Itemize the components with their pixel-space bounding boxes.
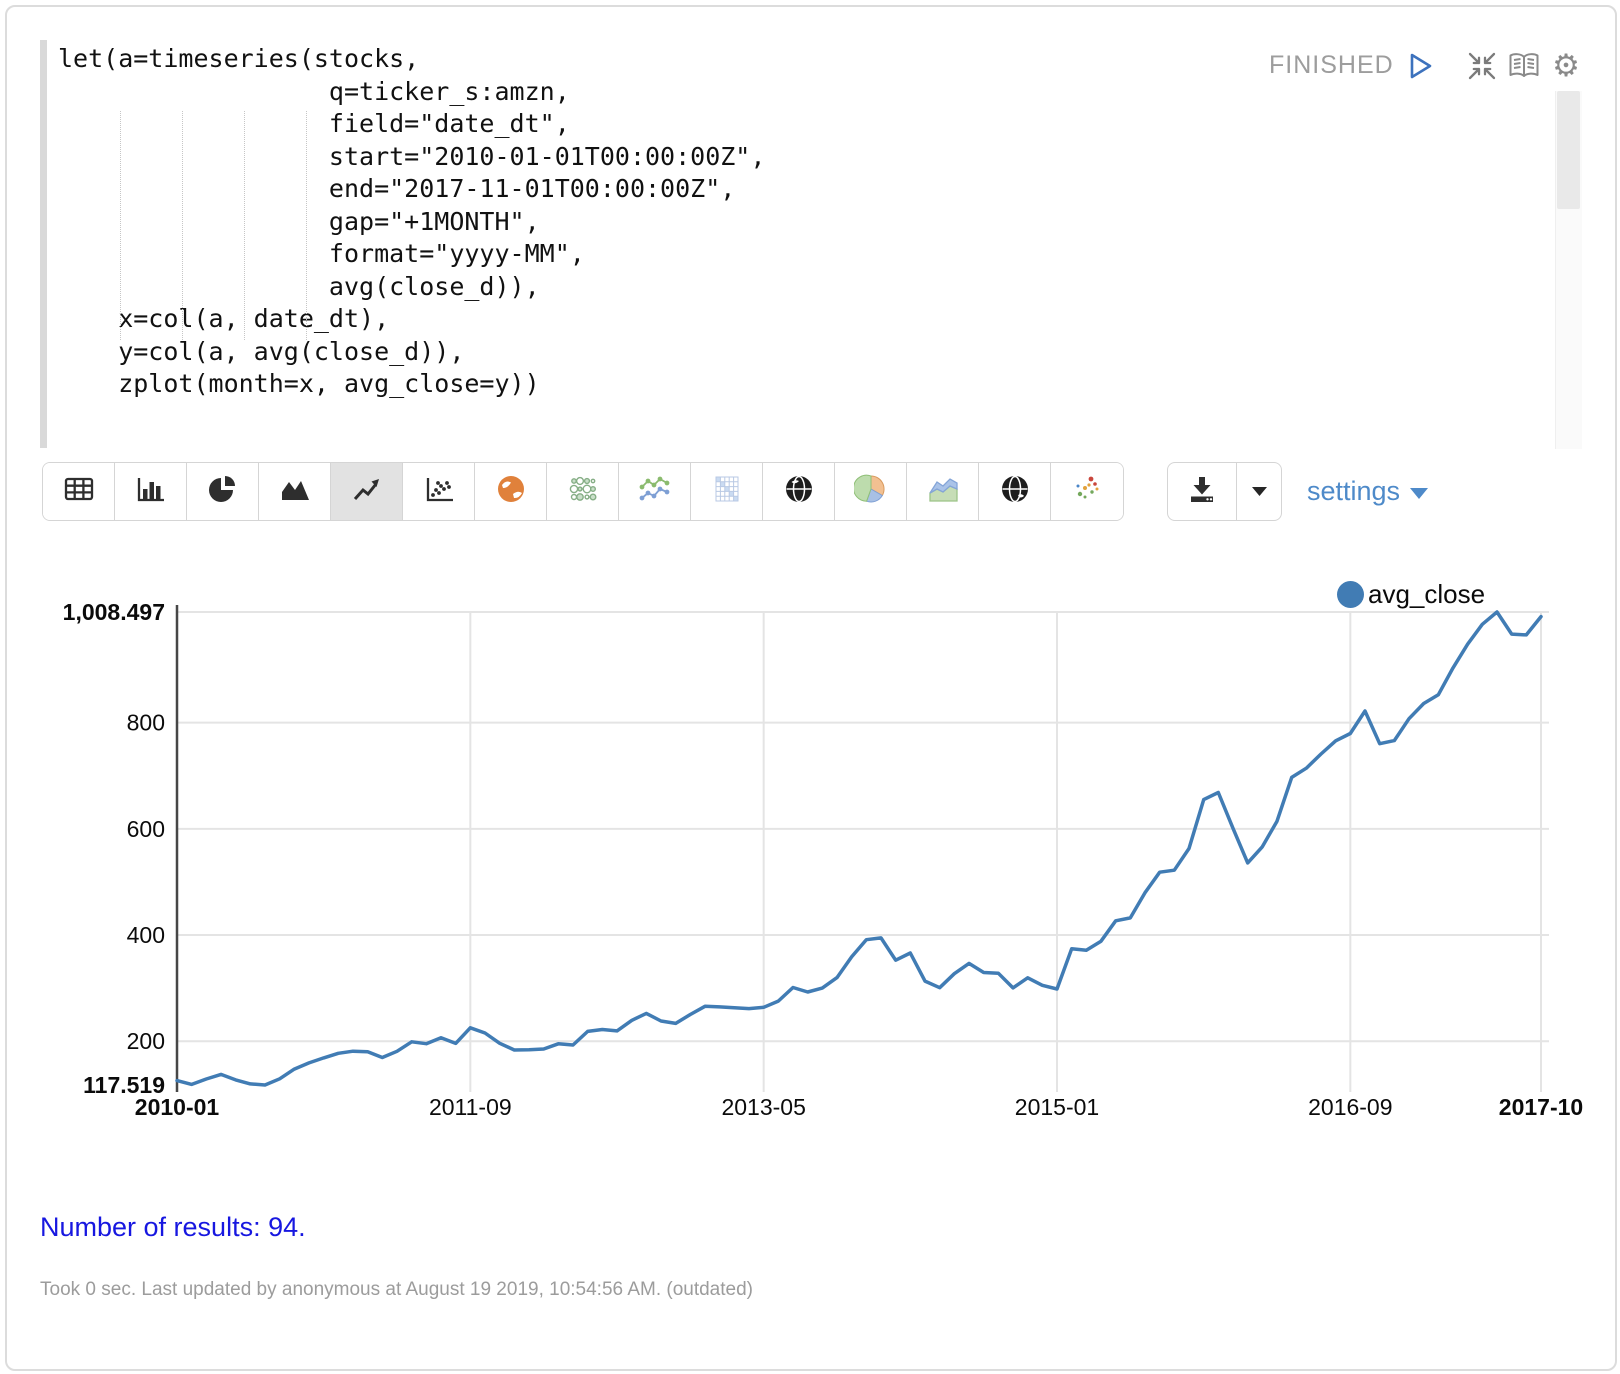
x-tick-label: 2013-05 xyxy=(721,1094,805,1120)
bar-chart-icon xyxy=(134,474,168,509)
download-options-button[interactable] xyxy=(1236,463,1281,520)
pie-chart-icon xyxy=(206,474,240,509)
editor-gutter xyxy=(40,40,47,448)
y-tick-label: 1,008.497 xyxy=(63,599,165,625)
x-tick-label: 2010-01 xyxy=(135,1094,220,1120)
orange-globe-icon xyxy=(494,474,528,509)
chart-type-toolbar xyxy=(42,462,1124,521)
paragraph-meta-text: Took 0 sec. Last updated by anonymous at… xyxy=(40,1279,753,1301)
play-icon xyxy=(1405,50,1435,87)
settings-label: settings xyxy=(1307,476,1400,507)
gear-icon: ⚙ xyxy=(1552,51,1580,82)
results-count-text: Number of results: 94. xyxy=(40,1212,306,1243)
indent-guide xyxy=(120,111,121,340)
settings-gear-button[interactable]: ⚙ xyxy=(1549,49,1583,83)
chart-btn-table[interactable] xyxy=(43,463,115,520)
collapse-button[interactable] xyxy=(1465,51,1499,85)
settings-toggle[interactable]: settings xyxy=(1307,476,1428,507)
caret-down-icon xyxy=(1252,483,1267,501)
x-tick-label: 2016-09 xyxy=(1308,1094,1392,1120)
y-tick-label: 600 xyxy=(127,816,165,842)
black-globe-icon xyxy=(782,474,816,509)
indent-guide xyxy=(182,111,183,340)
paragraph-status: FINISHED xyxy=(1269,51,1394,80)
table-icon xyxy=(62,474,96,509)
x-tick-label: 2011-09 xyxy=(429,1094,512,1120)
color-area-icon xyxy=(926,474,960,509)
code-editor[interactable]: let(a=timeseries(stocks, q=ticker_s:amzn… xyxy=(58,43,765,401)
chart-btn-pie-chart[interactable] xyxy=(187,463,259,520)
chart-btn-globe-2[interactable] xyxy=(979,463,1051,520)
heatmap-icon xyxy=(710,474,744,509)
x-tick-label: 2015-01 xyxy=(1015,1094,1099,1120)
bubble-grid-icon xyxy=(566,474,600,509)
chart-svg: 1,008.497800600400200117.5192010-012011-… xyxy=(7,547,1617,1147)
run-button[interactable] xyxy=(1403,51,1437,85)
chart-btn-area-chart[interactable] xyxy=(259,463,331,520)
chart-btn-heatmap[interactable] xyxy=(691,463,763,520)
y-tick-label: 200 xyxy=(127,1028,165,1054)
chart-btn-scatter-plot[interactable] xyxy=(403,463,475,520)
download-button[interactable] xyxy=(1168,463,1236,520)
chart-btn-globe[interactable] xyxy=(763,463,835,520)
chart-btn-line-chart[interactable] xyxy=(331,463,403,520)
editor-scrollbar-thumb[interactable] xyxy=(1557,91,1580,209)
chart-btn-area-color[interactable] xyxy=(907,463,979,520)
color-pie-icon xyxy=(854,474,888,509)
line-chart-icon xyxy=(350,474,384,509)
chart-btn-map-orange[interactable] xyxy=(475,463,547,520)
indent-guide xyxy=(306,111,307,340)
y-tick-label: 800 xyxy=(127,710,165,736)
compress-icon xyxy=(1466,51,1498,86)
chevron-down-icon xyxy=(1410,488,1428,499)
area-chart-icon xyxy=(278,474,312,509)
show-editor-button[interactable] xyxy=(1507,51,1541,85)
scatter-plot-icon xyxy=(422,474,456,509)
chart-btn-pie-color[interactable] xyxy=(835,463,907,520)
chart-btn-bar-chart[interactable] xyxy=(115,463,187,520)
chart-btn-scatter-color[interactable] xyxy=(1051,463,1123,520)
color-scatter-icon xyxy=(1070,474,1104,509)
book-icon xyxy=(1506,50,1542,87)
indent-guide xyxy=(244,111,245,340)
download-icon xyxy=(1184,473,1220,510)
avg-close-line xyxy=(177,612,1541,1085)
y-tick-label: 400 xyxy=(127,922,165,948)
chart-btn-bubble-grid[interactable] xyxy=(547,463,619,520)
black-globe-icon xyxy=(998,474,1032,509)
multi-line-icon xyxy=(638,474,672,509)
export-toolbar xyxy=(1167,462,1282,521)
chart-btn-multi-line[interactable] xyxy=(619,463,691,520)
x-tick-label: 2017-10 xyxy=(1499,1094,1583,1120)
paragraph-card: let(a=timeseries(stocks, q=ticker_s:amzn… xyxy=(5,5,1617,1371)
